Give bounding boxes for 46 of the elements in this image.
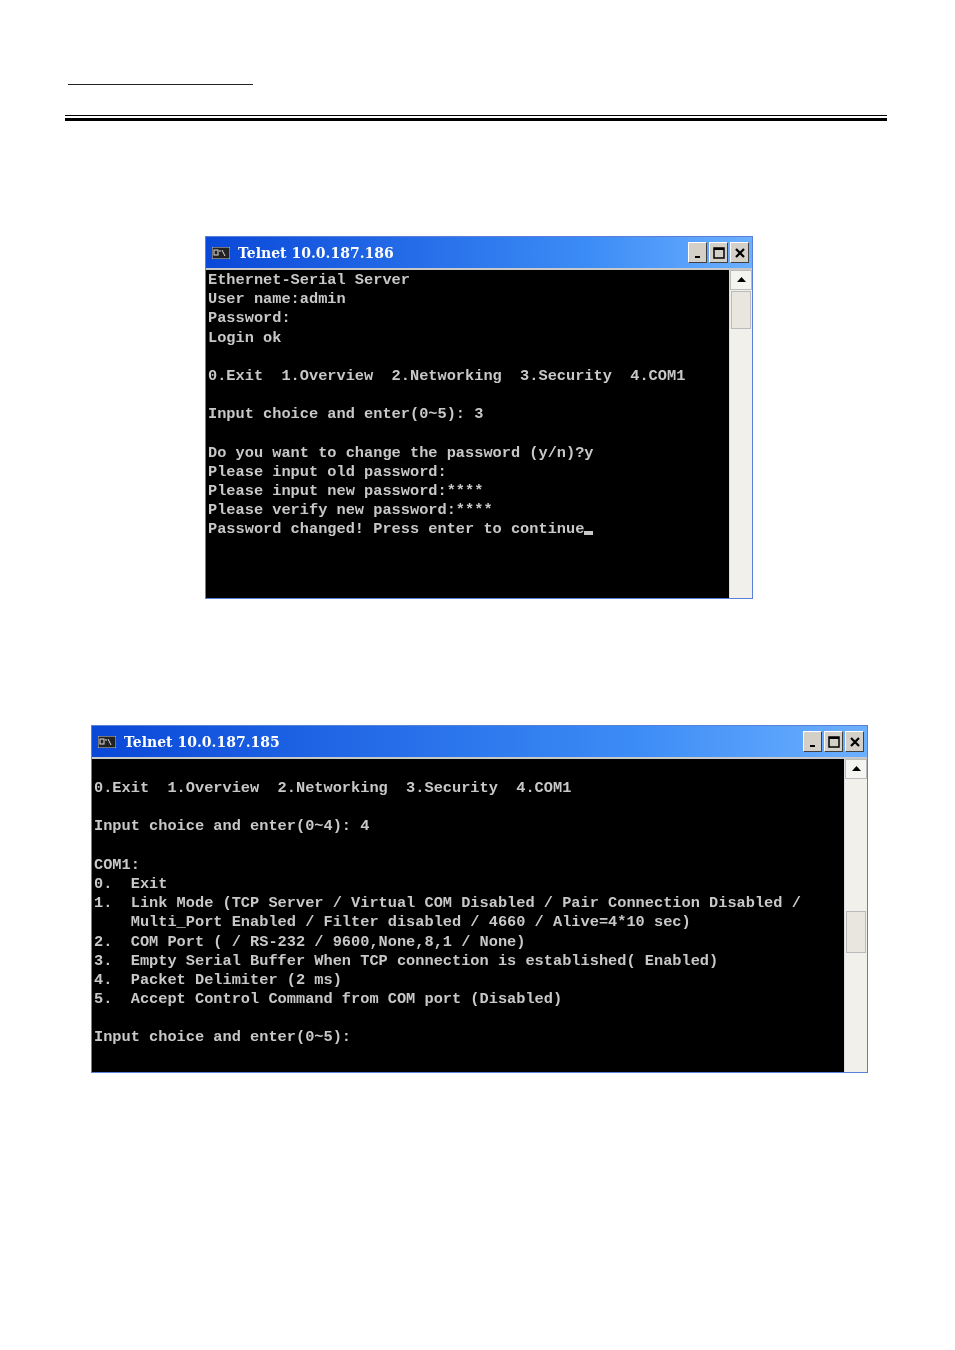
scroll-up-button[interactable] — [730, 270, 752, 290]
close-icon — [848, 735, 861, 748]
scroll-thumb[interactable] — [731, 291, 751, 329]
scrollbar[interactable] — [729, 270, 752, 598]
console-line: 0. Exit — [94, 874, 168, 895]
caret-up-icon — [736, 277, 746, 283]
console-line: Please input old password: — [208, 462, 447, 483]
console-line: Input choice and enter(0~5): — [94, 1028, 352, 1048]
close-button[interactable] — [845, 731, 864, 752]
scrollbar[interactable] — [844, 759, 867, 1072]
console-line: Input choice and enter(0~5): 3 — [208, 405, 484, 425]
console-line: Password changed! Press enter to continue — [208, 520, 594, 540]
caret-up-icon — [851, 766, 861, 772]
console-line: Multi_Port Enabled / Filter disabled / 4660 / Alive=4*10 sec) — [129, 913, 691, 933]
console-line: Login ok — [208, 328, 282, 348]
minimize-button[interactable] — [803, 731, 822, 752]
console-line: Do you want to change the password (y/n)?y — [208, 443, 594, 463]
console-line: 2. COM Port ( / RS-232 / 9600,None,8,1 / None) — [94, 932, 526, 952]
console-line: COM1: — [94, 855, 140, 875]
console-line: 0.Exit 1.Overview 2.Networking 3.Security 4.COM1 — [208, 366, 686, 387]
scroll-up-button[interactable] — [845, 759, 867, 779]
console-line: 1. Link Mode (TCP Server / Virtual COM Disabled / Pair Connection Disabled / — [94, 894, 801, 914]
maximize-icon — [827, 735, 840, 748]
console-line: 3. Empty Serial Buffer When TCP connection is established( Enabled) — [94, 951, 719, 971]
close-button[interactable] — [730, 242, 749, 263]
console-icon — [212, 246, 230, 259]
console-line: 4. Packet Delimiter (2 ms) — [94, 970, 342, 991]
console-line: Password: — [208, 309, 291, 329]
console-line: 0.Exit 1.Overview 2.Networking 3.Security 4.COM1 — [94, 779, 572, 799]
window-title: Telnet 10.0.187.186 — [238, 244, 394, 261]
console-line: Please input new password:**** — [208, 482, 484, 502]
window-title: Telnet 10.0.187.185 — [124, 733, 280, 750]
minimize-icon — [810, 744, 815, 747]
close-icon — [733, 246, 746, 259]
maximize-button[interactable] — [824, 731, 843, 752]
maximize-icon — [712, 246, 725, 259]
console-line: Please verify new password:**** — [208, 501, 493, 521]
console-line: Input choice and enter(0~4): 4 — [94, 817, 370, 837]
console-line: User name:admin — [208, 290, 346, 310]
maximize-button[interactable] — [709, 242, 728, 263]
console-icon — [98, 735, 116, 748]
minimize-icon — [695, 255, 700, 258]
console-line: Ethernet-Serial Server — [208, 271, 410, 291]
scroll-thumb[interactable] — [846, 911, 866, 953]
minimize-button[interactable] — [688, 242, 707, 263]
console-line: 5. Accept Control Command from COM port (Disabled) — [94, 990, 563, 1010]
